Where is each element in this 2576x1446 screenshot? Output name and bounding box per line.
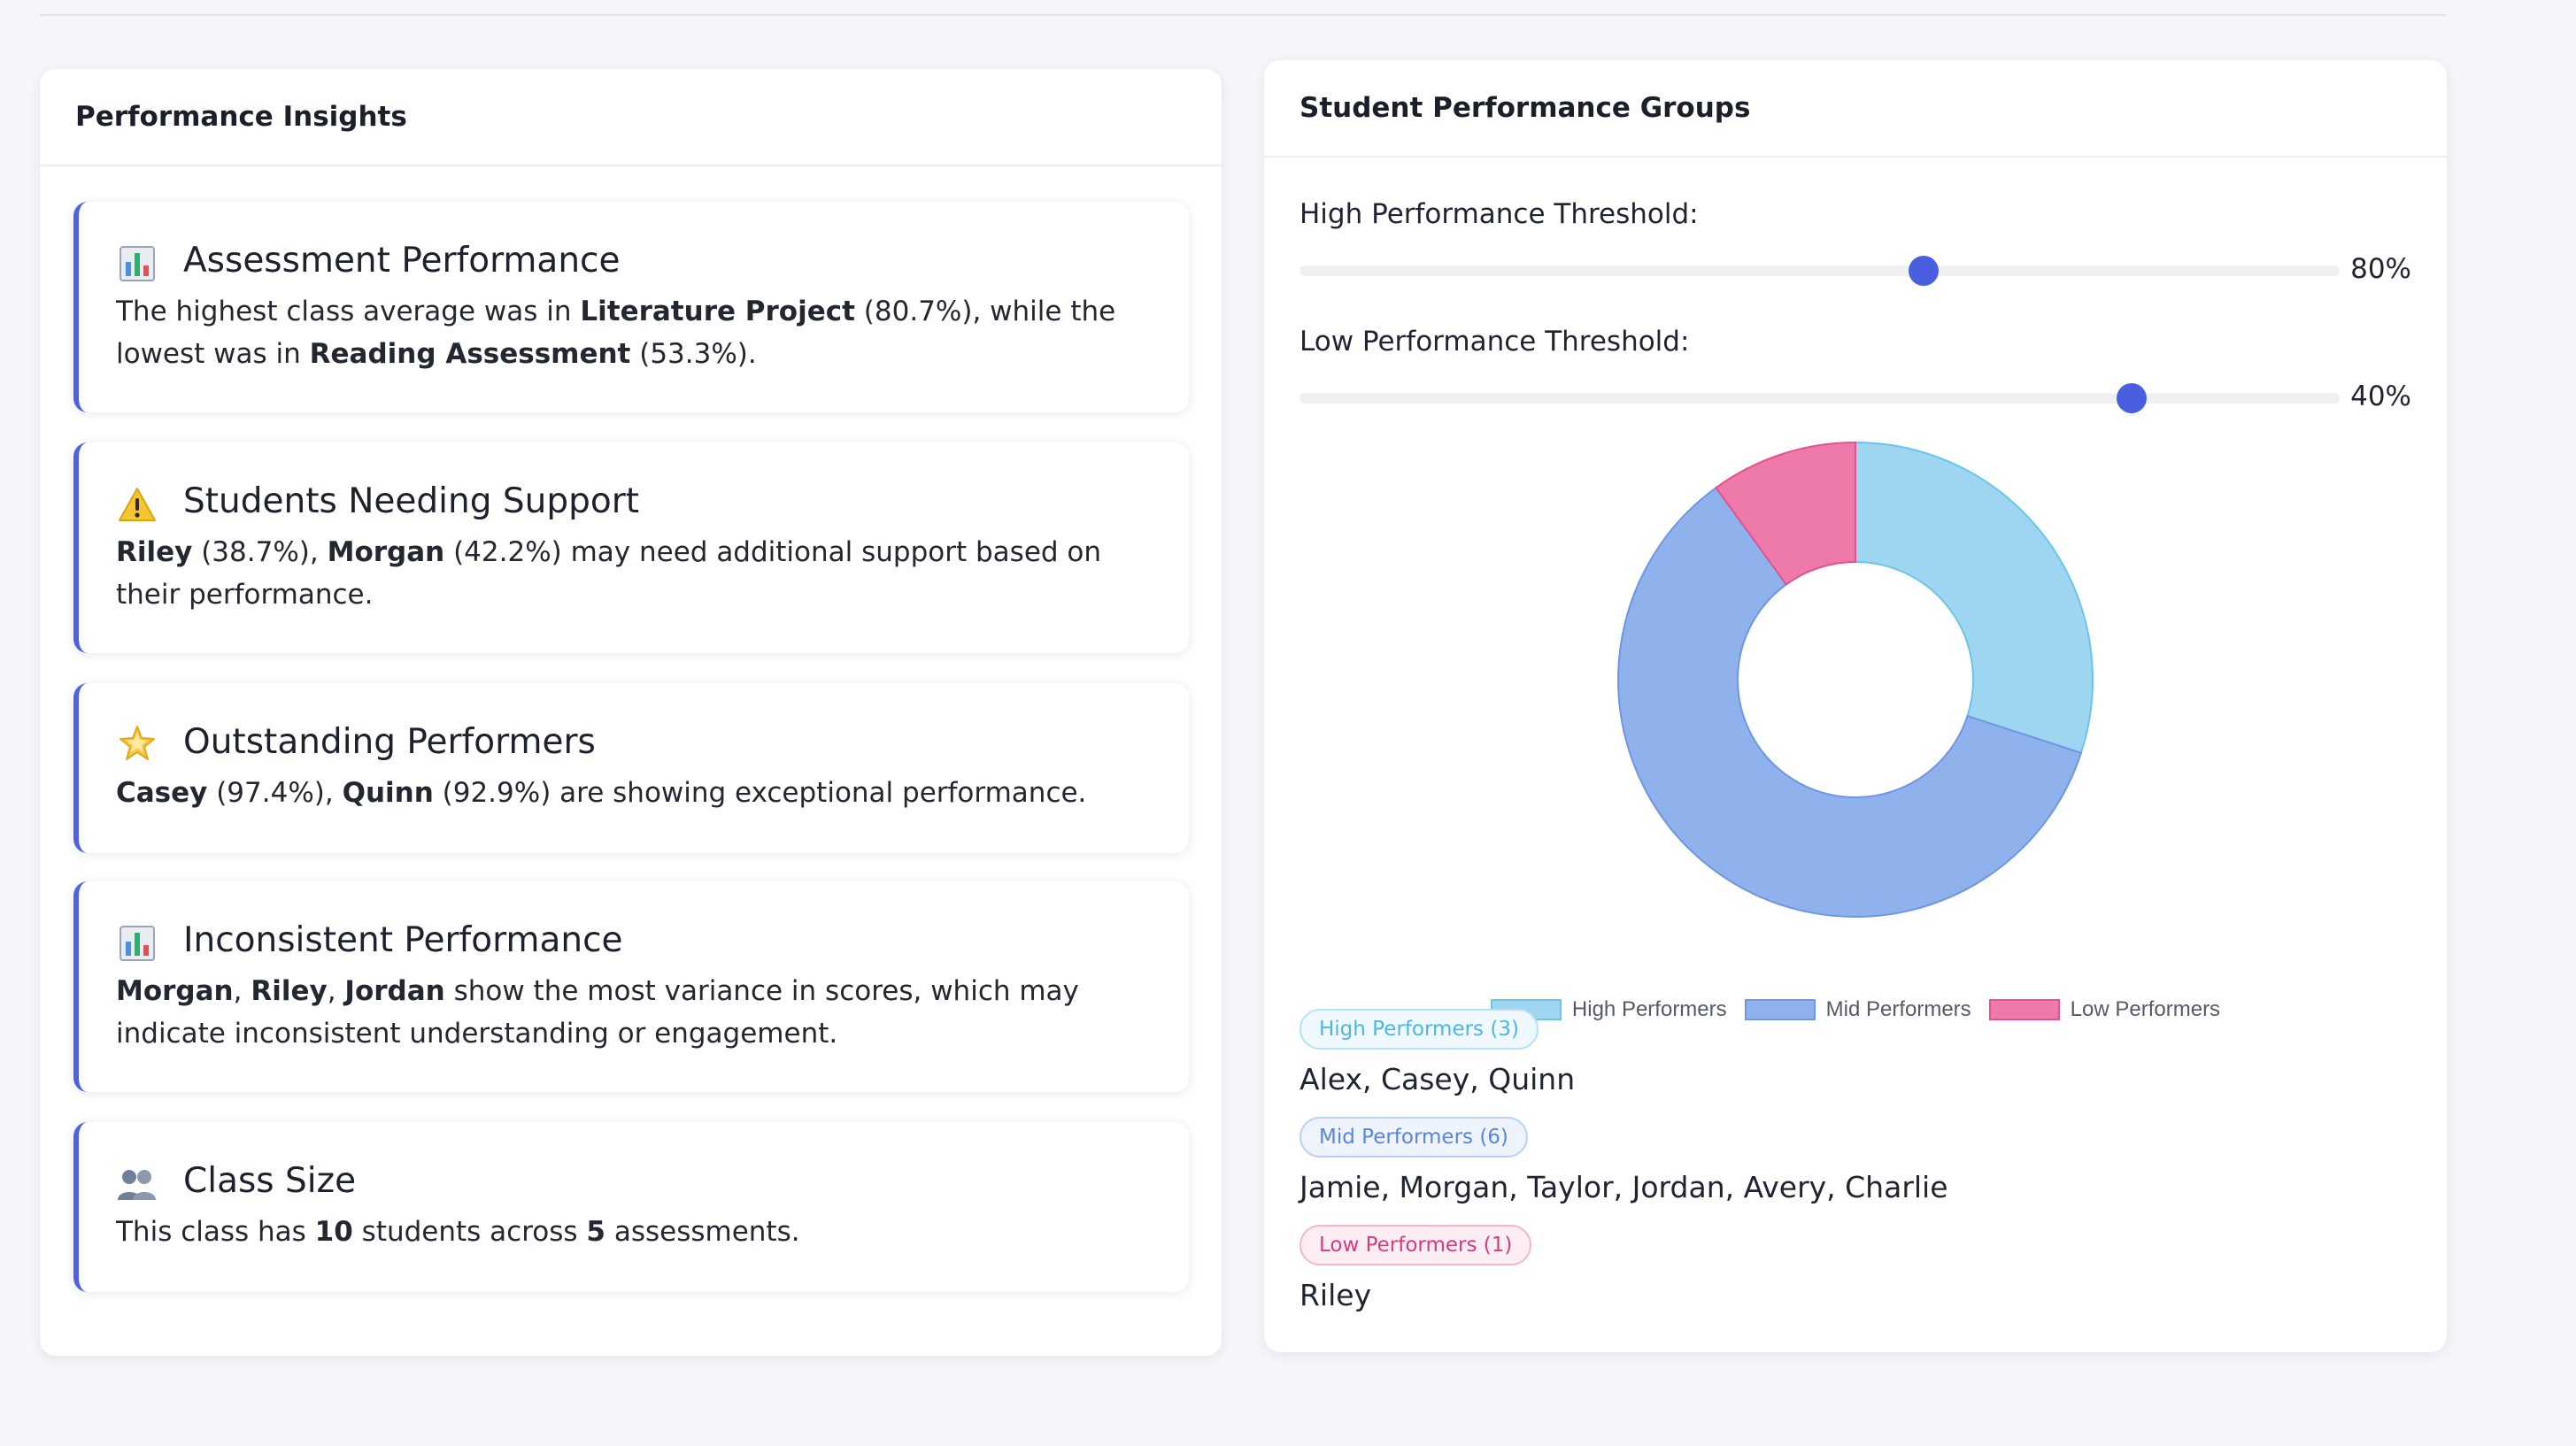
star-icon <box>116 720 158 763</box>
high-threshold-value: 80% <box>2350 253 2411 285</box>
insight-outstanding-performers: Outstanding Performers Casey (97.4%), Qu… <box>73 683 1189 853</box>
insight-title: Class Size <box>183 1160 357 1201</box>
insight-assessment-performance: Assessment Performance The highest class… <box>73 202 1189 412</box>
insight-students-needing-support: Students Needing Support Riley (38.7%), … <box>73 442 1189 653</box>
insight-title: Outstanding Performers <box>183 721 596 762</box>
legend-swatch-low <box>1988 999 2060 1020</box>
low-threshold-handle[interactable] <box>2117 383 2147 413</box>
high-threshold-handle[interactable] <box>1909 256 1939 286</box>
panel-title: Student Performance Groups <box>1264 60 2447 158</box>
insight-title: Students Needing Support <box>183 481 640 521</box>
top-divider <box>40 14 2446 16</box>
low-threshold-slider[interactable] <box>1300 383 2340 413</box>
low-performers-badge: Low Performers (1) <box>1300 1225 1532 1265</box>
insight-text: Riley (38.7%), Morgan (42.2%) may need a… <box>116 536 1102 611</box>
insight-title: Inconsistent Performance <box>183 919 623 960</box>
legend-item-mid[interactable]: Mid Performers <box>1744 997 1971 1022</box>
low-threshold-label: Low Performance Threshold: <box>1300 326 1690 358</box>
bar-chart-icon <box>116 239 158 281</box>
insight-text: Morgan, Riley, Jordan show the most vari… <box>116 975 1079 1050</box>
mid-performers-badge: Mid Performers (6) <box>1300 1117 1528 1158</box>
insight-title: Assessment Performance <box>183 240 621 281</box>
insight-text: Casey (97.4%), Quinn (92.9%) are showing… <box>116 777 1087 809</box>
panel-title: Performance Insights <box>40 69 1222 166</box>
people-icon <box>116 1159 158 1202</box>
performance-donut-chart <box>1617 441 2094 919</box>
mid-performers-names: Jamie, Morgan, Taylor, Jordan, Avery, Ch… <box>1300 1170 1948 1204</box>
donut-slice-high[interactable] <box>1855 441 2094 755</box>
high-performers-names: Alex, Casey, Quinn <box>1300 1062 1576 1096</box>
high-threshold-label: High Performance Threshold: <box>1300 198 1699 230</box>
insight-class-size: Class Size This class has 10 students ac… <box>73 1122 1189 1292</box>
legend-swatch-mid <box>1744 999 1816 1020</box>
low-threshold-value: 40% <box>2350 381 2411 412</box>
insight-text: This class has 10 students across 5 asse… <box>116 1216 800 1248</box>
warning-icon <box>116 480 158 522</box>
performance-insights-panel: Performance Insights Assessment Performa… <box>40 69 1222 1356</box>
low-performers-names: Riley <box>1300 1278 1372 1312</box>
insight-inconsistent-performance: Inconsistent Performance Morgan, Riley, … <box>73 881 1189 1092</box>
legend-item-low[interactable]: Low Performers <box>1988 997 2220 1022</box>
bar-chart-icon <box>116 919 158 961</box>
high-performers-badge: High Performers (3) <box>1300 1009 1539 1050</box>
insight-text: The highest class average was in Literat… <box>116 296 1116 370</box>
student-performance-groups-panel: Student Performance Groups High Performa… <box>1264 60 2447 1352</box>
high-threshold-slider[interactable] <box>1300 256 2340 286</box>
